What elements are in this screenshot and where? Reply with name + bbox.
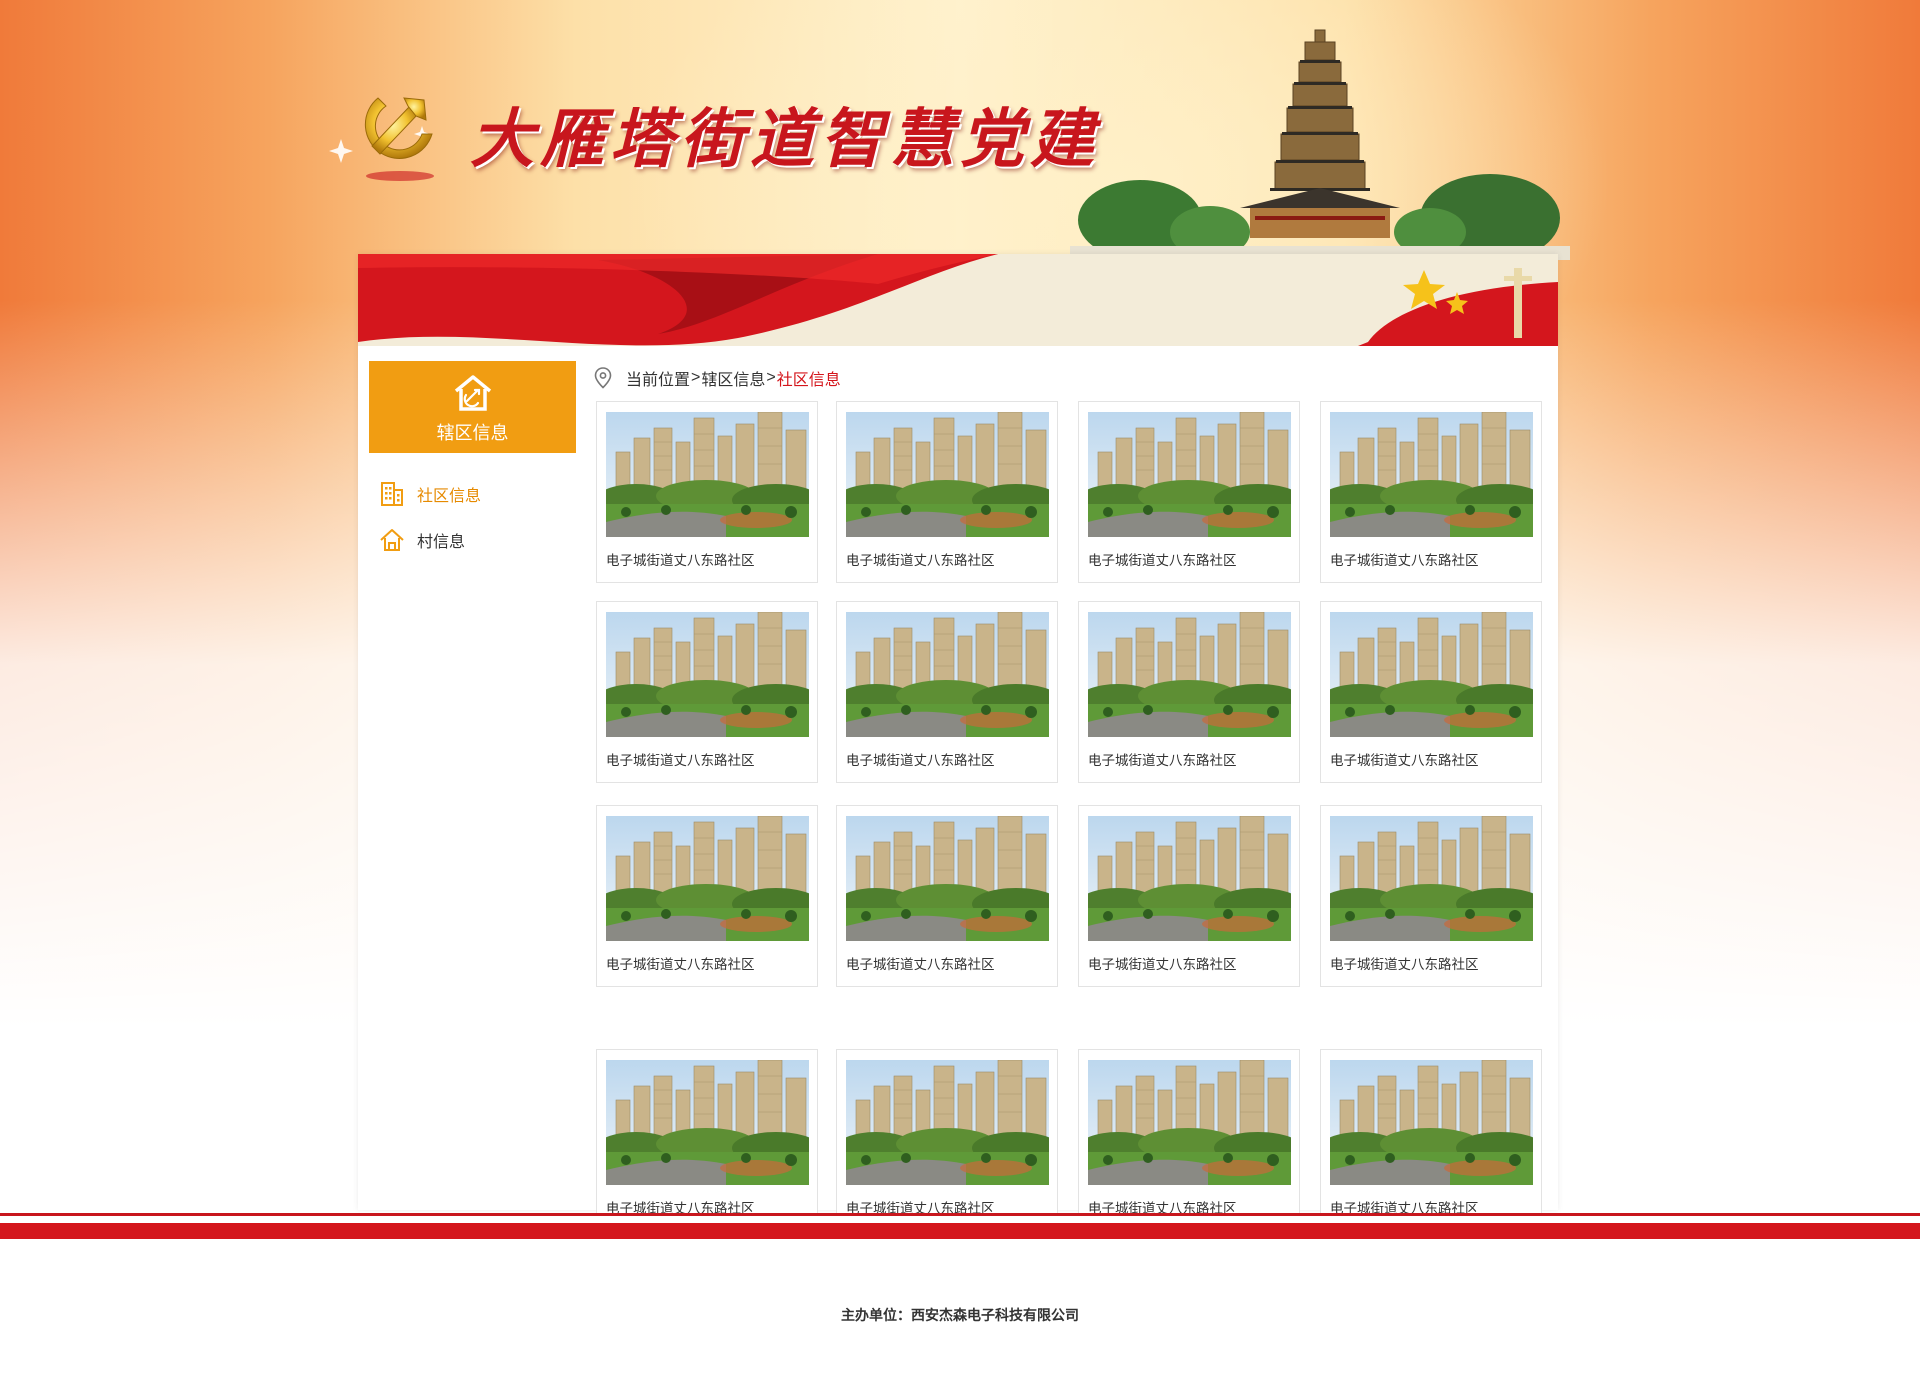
footer-organizer-label: 主办单位： <box>841 1307 911 1323</box>
community-card[interactable]: 电子城街道丈八东路社区 <box>1078 1049 1300 1231</box>
community-caption[interactable]: 电子城街道丈八东路社区 <box>846 749 995 769</box>
community-photo[interactable] <box>606 1060 809 1185</box>
community-card[interactable]: 电子城街道丈八东路社区 <box>596 601 818 783</box>
breadcrumb-separator: > <box>691 369 701 386</box>
community-photo[interactable] <box>846 816 1049 941</box>
community-photo[interactable] <box>1330 612 1533 737</box>
site-title: 大雁塔街道智慧党建 <box>470 102 1100 177</box>
community-card[interactable]: 电子城街道丈八东路社区 <box>1078 805 1300 987</box>
sidebar-item-label: 村信息 <box>417 534 466 551</box>
community-card[interactable]: 电子城街道丈八东路社区 <box>596 401 818 583</box>
community-caption[interactable]: 电子城街道丈八东路社区 <box>846 549 995 569</box>
community-card[interactable]: 电子城街道丈八东路社区 <box>836 1049 1058 1231</box>
community-caption[interactable]: 电子城街道丈八东路社区 <box>606 749 755 769</box>
party-house-icon <box>454 375 491 411</box>
community-caption[interactable]: 电子城街道丈八东路社区 <box>1330 953 1479 973</box>
community-card[interactable]: 电子城街道丈八东路社区 <box>1320 401 1542 583</box>
sidebar: 辖区信息 社区信息 村信息 <box>369 361 576 563</box>
community-card[interactable]: 电子城街道丈八东路社区 <box>596 805 818 987</box>
community-photo[interactable] <box>606 412 809 537</box>
community-photo[interactable] <box>1088 612 1291 737</box>
community-card[interactable]: 电子城街道丈八东路社区 <box>1078 601 1300 783</box>
footer-divider-gap <box>0 1216 1920 1223</box>
breadcrumb-separator: > <box>766 369 776 386</box>
community-photo[interactable] <box>1088 1060 1291 1185</box>
sidebar-item-label: 社区信息 <box>417 488 482 505</box>
breadcrumb-current: 社区信息 <box>776 372 841 389</box>
community-caption[interactable]: 电子城街道丈八东路社区 <box>846 953 995 973</box>
breadcrumb: 当前位置 > 辖区信息 > 社区信息 <box>594 367 841 389</box>
community-photo[interactable] <box>1330 816 1533 941</box>
community-card[interactable]: 电子城街道丈八东路社区 <box>1320 601 1542 783</box>
location-pin-icon <box>594 367 612 389</box>
community-caption[interactable]: 电子城街道丈八东路社区 <box>1330 749 1479 769</box>
community-card[interactable]: 电子城街道丈八东路社区 <box>836 601 1058 783</box>
community-photo[interactable] <box>1330 1060 1533 1185</box>
community-card[interactable]: 电子城街道丈八东路社区 <box>596 1049 818 1231</box>
community-photo[interactable] <box>1330 412 1533 537</box>
banner-ribbon-icon <box>358 254 1558 346</box>
footer-organizer: 主办单位：西安杰森电子科技有限公司 <box>0 1305 1920 1325</box>
community-caption[interactable]: 电子城街道丈八东路社区 <box>1088 749 1237 769</box>
community-card[interactable]: 电子城街道丈八东路社区 <box>1320 1049 1542 1231</box>
community-photo[interactable] <box>1088 412 1291 537</box>
community-caption[interactable]: 电子城街道丈八东路社区 <box>1088 953 1237 973</box>
community-caption[interactable]: 电子城街道丈八东路社区 <box>606 953 755 973</box>
building-icon <box>379 481 405 507</box>
community-photo[interactable] <box>846 612 1049 737</box>
community-caption[interactable]: 电子城街道丈八东路社区 <box>1088 549 1237 569</box>
community-photo[interactable] <box>606 612 809 737</box>
community-caption[interactable]: 电子城街道丈八东路社区 <box>1330 549 1479 569</box>
party-emblem-icon <box>329 97 434 181</box>
sidebar-item-village-info[interactable]: 村信息 <box>369 517 576 563</box>
sidebar-title: 辖区信息 <box>436 423 509 443</box>
banner <box>358 254 1558 346</box>
community-photo[interactable] <box>1088 816 1291 941</box>
community-card[interactable]: 电子城街道丈八东路社区 <box>1078 401 1300 583</box>
community-card[interactable]: 电子城街道丈八东路社区 <box>1320 805 1542 987</box>
breadcrumb-link-district-info[interactable]: 辖区信息 <box>701 366 765 390</box>
community-photo[interactable] <box>846 1060 1049 1185</box>
site-footer: 主办单位：西安杰森电子科技有限公司 <box>0 1239 1920 1400</box>
sidebar-header: 辖区信息 <box>369 361 576 453</box>
community-card[interactable]: 电子城街道丈八东路社区 <box>836 805 1058 987</box>
home-icon <box>379 527 405 553</box>
community-caption[interactable]: 电子城街道丈八东路社区 <box>606 549 755 569</box>
main-container: 辖区信息 社区信息 村信息 当前位置 > 辖区信息 > 社区信息 电子城街道丈八… <box>358 254 1558 1231</box>
community-photo[interactable] <box>606 816 809 941</box>
sidebar-header-icon-wrap <box>369 361 576 415</box>
pagoda-illustration-icon <box>1070 29 1570 260</box>
community-photo[interactable] <box>846 412 1049 537</box>
sidebar-menu: 社区信息 村信息 <box>369 471 576 563</box>
breadcrumb-prefix: 当前位置 <box>626 372 691 389</box>
community-card[interactable]: 电子城街道丈八东路社区 <box>836 401 1058 583</box>
sidebar-item-community-info[interactable]: 社区信息 <box>369 471 576 517</box>
site-header: 大雁塔街道智慧党建 <box>0 0 1920 260</box>
footer-organizer-name: 西安杰森电子科技有限公司 <box>911 1307 1079 1323</box>
footer-divider-bar <box>0 1223 1920 1239</box>
